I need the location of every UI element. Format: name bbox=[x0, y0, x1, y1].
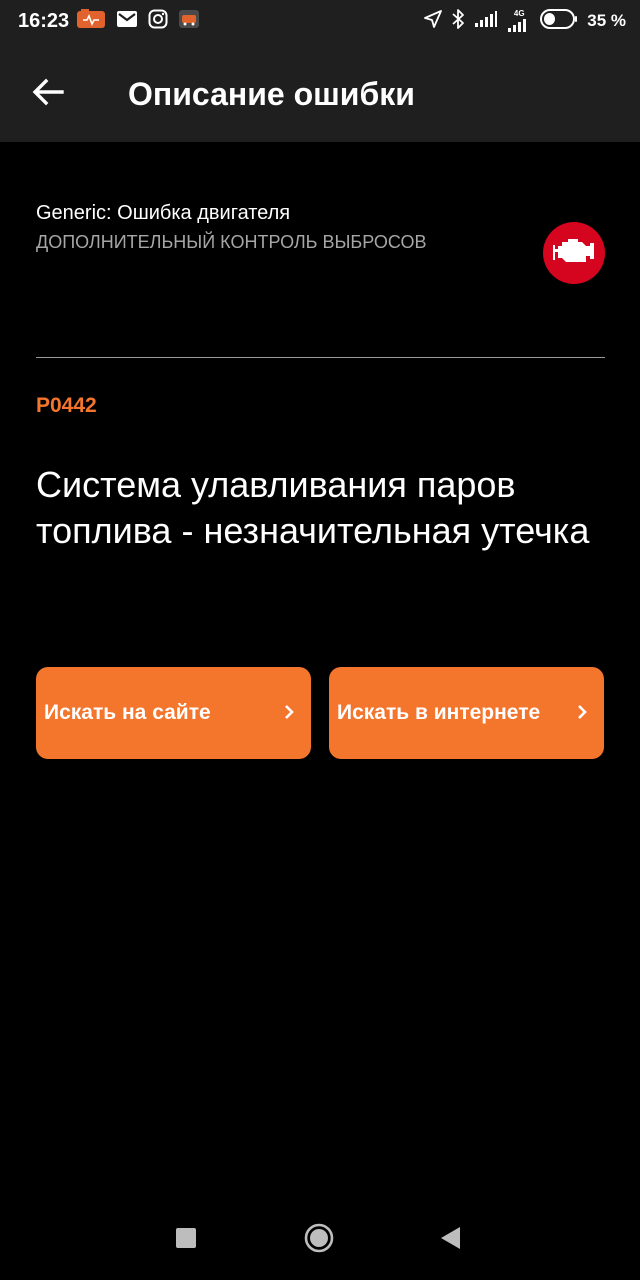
engine-badge bbox=[543, 222, 605, 284]
back-button[interactable] bbox=[20, 66, 76, 122]
error-category: Generic: Ошибка двигателя ДОПОЛНИТЕЛЬНЫЙ… bbox=[36, 200, 506, 254]
gmail-icon bbox=[116, 10, 138, 33]
arrow-left-icon bbox=[32, 78, 64, 111]
search-web-label: Искать в интернете bbox=[337, 701, 541, 724]
home-circle-icon[interactable] bbox=[304, 1223, 334, 1253]
page-title: Описание ошибки bbox=[128, 76, 415, 112]
error-description: Система улавливания паров топлива - незн… bbox=[36, 464, 590, 551]
status-time: 16:23 bbox=[18, 10, 70, 32]
back-triangle-icon[interactable] bbox=[438, 1225, 462, 1251]
chevron-right-icon bbox=[283, 701, 295, 723]
navigation-bar bbox=[0, 1196, 640, 1280]
search-site-label: Искать на сайте bbox=[44, 701, 211, 724]
car-app-icon bbox=[178, 9, 200, 34]
error-code: P0442 bbox=[36, 394, 97, 417]
network-type: 4G bbox=[513, 9, 525, 18]
search-site-button[interactable]: Искать на сайте bbox=[36, 667, 311, 759]
notification-icons bbox=[76, 8, 200, 35]
app-bar: Описание ошибки bbox=[0, 44, 640, 142]
category-title: Generic: Ошибка двигателя bbox=[36, 202, 291, 224]
battery-percent: 35 % bbox=[587, 11, 626, 30]
search-web-button[interactable]: Искать в интернете bbox=[329, 667, 604, 759]
chevron-right-icon bbox=[576, 701, 588, 723]
location-arrow-icon bbox=[424, 9, 443, 33]
divider bbox=[36, 357, 605, 358]
recents-square-icon[interactable] bbox=[176, 1228, 196, 1248]
system-status-icons: 4G 35 % bbox=[424, 8, 626, 35]
signal-4g-icon: 4G bbox=[507, 10, 531, 32]
battery-icon bbox=[540, 8, 578, 34]
status-bar: 16:23 4G 35 % bbox=[0, 0, 640, 44]
category-subtitle: ДОПОЛНИТЕЛЬНЫЙ КОНТРОЛЬ ВЫБРОСОВ bbox=[36, 232, 427, 252]
signal-icon bbox=[474, 10, 498, 33]
check-engine-icon bbox=[552, 236, 596, 271]
bluetooth-icon bbox=[451, 8, 465, 35]
instagram-icon bbox=[148, 9, 168, 34]
pcm-scan-icon bbox=[76, 8, 106, 35]
